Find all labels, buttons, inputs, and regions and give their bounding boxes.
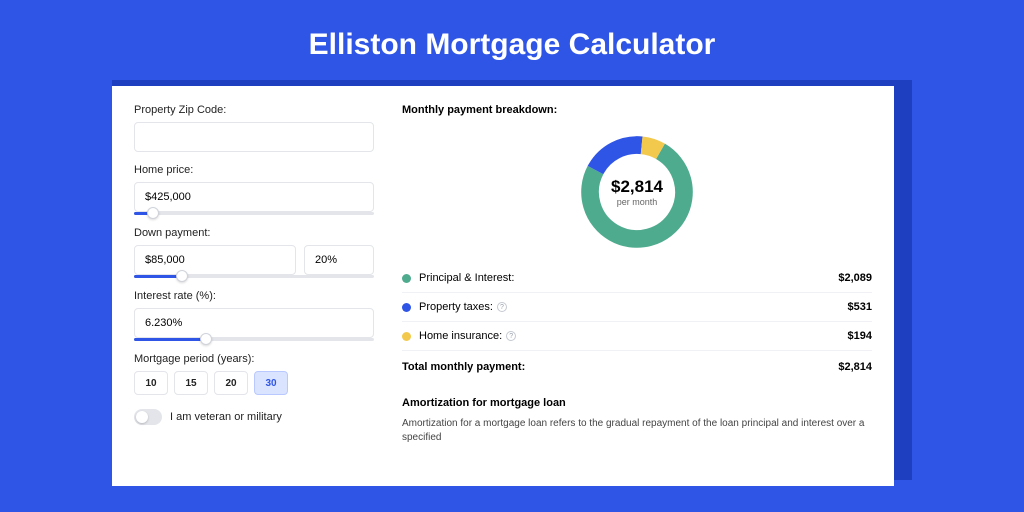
legend-label: Home insurance: ?: [419, 330, 848, 342]
zip-input[interactable]: [134, 122, 374, 152]
zip-label: Property Zip Code:: [134, 104, 374, 116]
period-btn-30[interactable]: 30: [254, 371, 288, 395]
slider-thumb[interactable]: [176, 270, 188, 282]
dot-icon: [402, 274, 411, 283]
veteran-label: I am veteran or military: [170, 411, 282, 423]
legend-label: Property taxes: ?: [419, 301, 848, 313]
slider-thumb[interactable]: [147, 207, 159, 219]
amort-text: Amortization for a mortgage loan refers …: [402, 417, 872, 445]
amort-title: Amortization for mortgage loan: [402, 397, 872, 409]
rate-slider[interactable]: [134, 338, 374, 341]
rate-group: Interest rate (%):: [134, 290, 374, 341]
total-value: $2,814: [838, 361, 872, 373]
period-label: Mortgage period (years):: [134, 353, 374, 365]
legend-insurance: Home insurance: ? $194: [402, 322, 872, 351]
price-input[interactable]: [134, 182, 374, 212]
slider-thumb[interactable]: [200, 333, 212, 345]
rate-label: Interest rate (%):: [134, 290, 374, 302]
legend-value: $194: [848, 330, 872, 342]
form-panel: Property Zip Code: Home price: Down paym…: [134, 104, 374, 468]
legend-value: $2,089: [838, 272, 872, 284]
down-amount-input[interactable]: [134, 245, 296, 275]
veteran-row: I am veteran or military: [134, 409, 374, 425]
donut-amount: $2,814: [611, 177, 663, 197]
down-slider[interactable]: [134, 275, 374, 278]
period-btn-15[interactable]: 15: [174, 371, 208, 395]
info-icon[interactable]: ?: [506, 331, 516, 341]
down-pct-input[interactable]: [304, 245, 374, 275]
period-group: Mortgage period (years): 10 15 20 30: [134, 353, 374, 395]
price-label: Home price:: [134, 164, 374, 176]
legend-total: Total monthly payment: $2,814: [402, 351, 872, 381]
info-icon[interactable]: ?: [497, 302, 507, 312]
breakdown-title: Monthly payment breakdown:: [402, 104, 872, 116]
down-group: Down payment:: [134, 227, 374, 278]
veteran-toggle[interactable]: [134, 409, 162, 425]
period-buttons: 10 15 20 30: [134, 371, 374, 395]
donut-wrap: $2,814 per month: [402, 130, 872, 254]
toggle-thumb: [136, 411, 148, 423]
donut-sub: per month: [617, 197, 658, 207]
legend-taxes: Property taxes: ? $531: [402, 293, 872, 322]
amortization-section: Amortization for mortgage loan Amortizat…: [402, 397, 872, 445]
dot-icon: [402, 303, 411, 312]
legend-principal: Principal & Interest: $2,089: [402, 264, 872, 293]
price-slider[interactable]: [134, 212, 374, 215]
period-btn-20[interactable]: 20: [214, 371, 248, 395]
card-shadow: Property Zip Code: Home price: Down paym…: [112, 80, 912, 480]
price-group: Home price:: [134, 164, 374, 215]
page-title: Elliston Mortgage Calculator: [0, 0, 1024, 80]
legend-value: $531: [848, 301, 872, 313]
down-label: Down payment:: [134, 227, 374, 239]
rate-input[interactable]: [134, 308, 374, 338]
donut-chart: $2,814 per month: [575, 130, 699, 254]
zip-group: Property Zip Code:: [134, 104, 374, 152]
period-btn-10[interactable]: 10: [134, 371, 168, 395]
total-label: Total monthly payment:: [402, 361, 838, 373]
breakdown-panel: Monthly payment breakdown: $2,814 per mo…: [402, 104, 872, 468]
calculator-card: Property Zip Code: Home price: Down paym…: [112, 86, 894, 486]
donut-center: $2,814 per month: [575, 130, 699, 254]
dot-icon: [402, 332, 411, 341]
legend-label: Principal & Interest:: [419, 272, 838, 284]
